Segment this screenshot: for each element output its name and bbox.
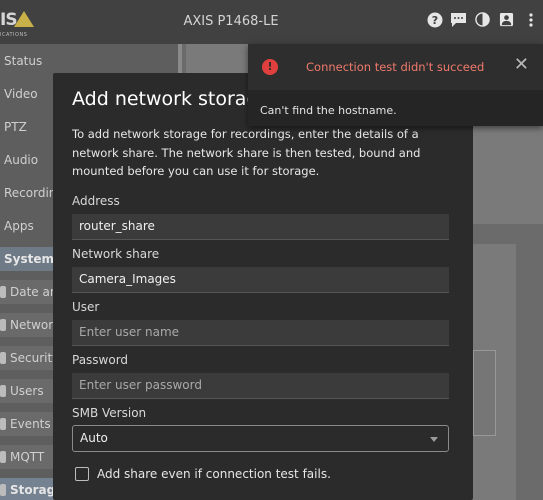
sidebar-scrollbar[interactable]	[178, 44, 182, 74]
device-name: AXIS P1468-LE	[183, 14, 279, 29]
notification-message: Can't find the hostname.	[260, 104, 397, 117]
sidebar-subitem-label: MQTT	[10, 450, 45, 464]
sidebar-item-apps[interactable]: Apps	[4, 219, 34, 233]
sidebar-section-label: System	[4, 252, 54, 266]
add-share-checkbox[interactable]	[75, 467, 89, 481]
help-icon[interactable]: ?	[426, 11, 443, 28]
address-label: Address	[72, 194, 120, 208]
subitem-marker-icon	[0, 319, 6, 331]
add-network-storage-dialog: Add network storage To add network stora…	[53, 73, 473, 500]
subitem-marker-icon	[0, 286, 6, 298]
password-label: Password	[72, 353, 129, 367]
smb-version-select[interactable]: Auto	[72, 425, 449, 452]
network-share-field[interactable]: Camera_Images	[72, 267, 449, 293]
subitem-marker-icon	[0, 451, 6, 463]
network-share-label: Network share	[72, 247, 160, 261]
notification-title: Connection test didn't succeed	[306, 60, 485, 74]
feedback-icon[interactable]	[450, 11, 467, 28]
dialog-description: To add network storage for recordings, e…	[72, 127, 421, 178]
user-field[interactable]: Enter user name	[72, 320, 449, 346]
chevron-down-icon	[430, 437, 438, 442]
contrast-icon[interactable]	[474, 11, 491, 28]
svg-text:?: ?	[431, 14, 437, 27]
sidebar-item-status[interactable]: Status	[4, 54, 42, 68]
sidebar-subitem-label: Users	[10, 384, 44, 398]
sidebar-item-ptz[interactable]: PTZ	[4, 120, 27, 134]
top-bar-icons: ?	[426, 11, 543, 28]
more-options-icon[interactable]	[522, 11, 539, 28]
sidebar-subitem-label: Events	[10, 417, 51, 431]
notification-header: ! Connection test didn't succeed ✕	[248, 44, 543, 90]
subitem-marker-icon	[0, 352, 6, 364]
smb-version-label: SMB Version	[72, 406, 147, 420]
sidebar-subitem-label: Security	[10, 351, 60, 365]
sidebar-item-audio[interactable]: Audio	[4, 153, 38, 167]
top-bar: IS ICATIONS AXIS P1468-LE ?	[0, 0, 543, 44]
subitem-marker-icon	[0, 385, 6, 397]
error-icon: !	[262, 59, 278, 75]
smb-version-value: Auto	[80, 431, 108, 445]
user-label: User	[72, 300, 100, 314]
logo-subtext: ICATIONS	[0, 32, 28, 38]
subitem-marker-icon	[0, 418, 6, 430]
dialog-title: Add network storage	[72, 88, 271, 110]
address-field[interactable]: router_share	[72, 214, 449, 240]
close-icon[interactable]: ✕	[514, 56, 529, 74]
user-account-icon[interactable]	[498, 11, 515, 28]
password-field[interactable]: Enter user password	[72, 373, 449, 399]
error-notification: ! Connection test didn't succeed ✕ Can't…	[248, 44, 543, 126]
sidebar-item-video[interactable]: Video	[4, 87, 38, 101]
background-box	[473, 350, 496, 436]
add-share-checkbox-label[interactable]: Add share even if connection test fails.	[97, 467, 331, 481]
subitem-marker-icon	[0, 484, 6, 496]
